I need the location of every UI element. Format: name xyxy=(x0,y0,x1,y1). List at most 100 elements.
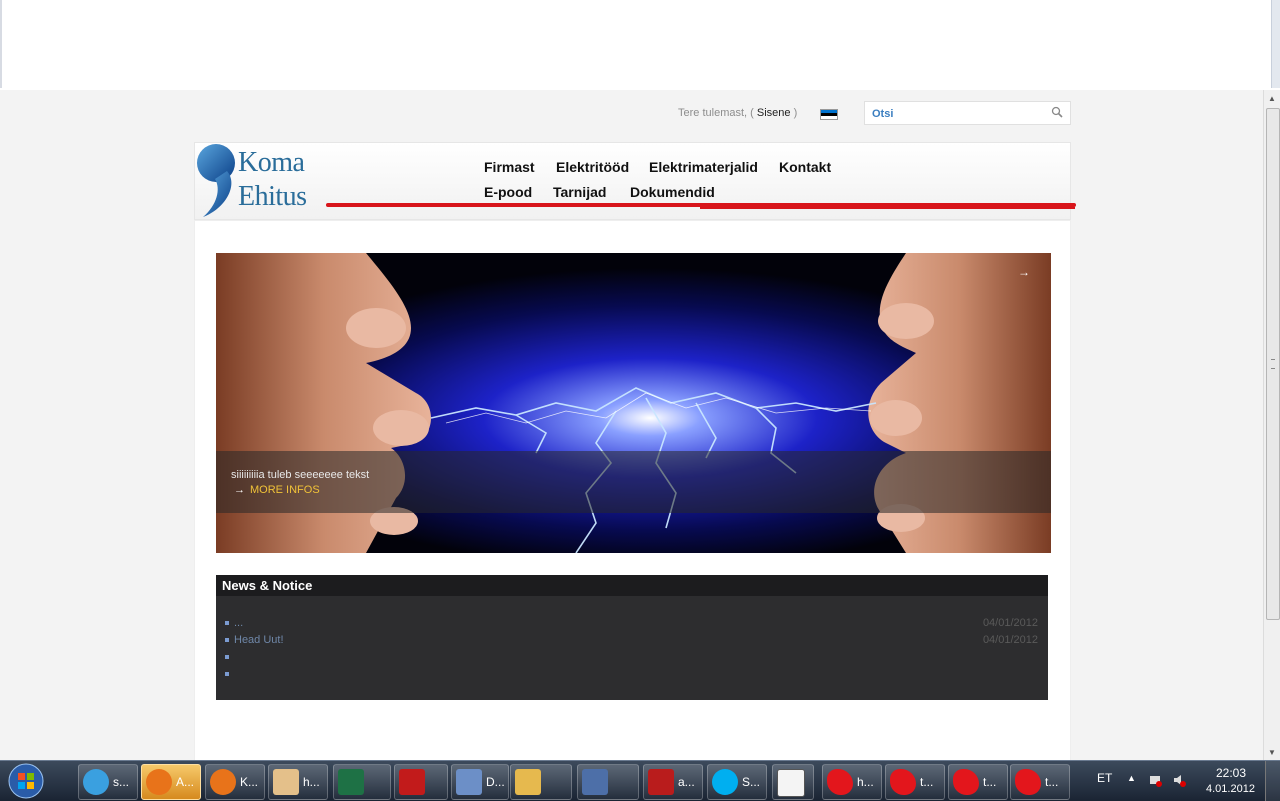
chrome-scroll-edge xyxy=(1271,0,1280,88)
login-link[interactable]: Sisene xyxy=(757,107,791,119)
taskbar-button[interactable] xyxy=(394,764,448,800)
news-item xyxy=(225,651,1040,665)
taskbar-button[interactable]: S... xyxy=(707,764,767,800)
thumb-grip xyxy=(1271,359,1275,369)
taskbar-button-label: h... xyxy=(857,775,874,789)
welcome-text: Tere tulemast, ( Sisene ) xyxy=(678,107,797,119)
taskbar-button[interactable] xyxy=(333,764,391,800)
taskbar-button-label: S... xyxy=(742,775,761,789)
taskbar-button-label: h... xyxy=(303,775,320,789)
news-bullet xyxy=(225,638,229,642)
news-title: News & Notice xyxy=(222,578,313,593)
news-link[interactable]: Head Uut! xyxy=(234,634,284,646)
comma-logo-icon xyxy=(197,144,235,217)
folder-icon xyxy=(515,769,541,795)
red-splat-icon xyxy=(890,769,916,795)
taskbar-button[interactable]: h... xyxy=(822,764,882,800)
taskbar-button-label: s... xyxy=(113,775,130,789)
arrow-right-icon: → xyxy=(234,484,245,496)
network-icon[interactable] xyxy=(1148,773,1162,787)
notepad-icon xyxy=(777,769,805,797)
red-splat-icon xyxy=(953,769,979,795)
flag-stripe-white xyxy=(821,116,837,119)
firefox-icon xyxy=(146,769,172,795)
taskbar-button[interactable]: s... xyxy=(78,764,138,800)
paint-icon xyxy=(273,769,299,795)
taskbar-button[interactable] xyxy=(577,764,639,800)
taskbar-button-label: t... xyxy=(1045,775,1059,789)
nav-item-tarnijad[interactable]: Tarnijad xyxy=(553,184,606,200)
news-header: News & Notice xyxy=(216,575,1048,596)
news-panel: News & Notice ... 04/01/2012 Head Uut! 0… xyxy=(216,575,1048,700)
taskbar-button-label: D... xyxy=(486,775,505,789)
taskbar-button[interactable] xyxy=(772,764,814,800)
more-infos-label: MORE INFOS xyxy=(250,484,320,496)
nav-item-e-pood[interactable]: E-pood xyxy=(484,184,532,200)
news-item xyxy=(225,668,1040,682)
taskbar-button-label: A... xyxy=(176,775,195,789)
taskbar-button[interactable]: A... xyxy=(141,764,201,800)
firefox-icon xyxy=(210,769,236,795)
taskbar-button-label: t... xyxy=(983,775,997,789)
volume-muted-icon[interactable] xyxy=(1172,773,1186,787)
nav-item-firmast[interactable]: Firmast xyxy=(484,159,535,175)
news-link[interactable]: ... xyxy=(234,617,243,629)
browser-chrome xyxy=(0,0,1280,91)
chrome-edge xyxy=(0,0,2,88)
nav-underline-accent xyxy=(700,207,1075,209)
news-item: Head Uut! 04/01/2012 xyxy=(225,634,1040,648)
taskbar-button-label: K... xyxy=(240,775,259,789)
scroll-thumb[interactable] xyxy=(1266,108,1280,620)
logo-line-2: Ehitus xyxy=(238,181,307,212)
pdf-icon xyxy=(399,769,425,795)
tray-expand-icon[interactable]: ▲ xyxy=(1127,773,1136,783)
news-bullet xyxy=(225,655,229,659)
slide-caption: siiiiiiiiia tuleb seeeeeee tekst → MORE I… xyxy=(216,451,1051,513)
taskbar-button[interactable] xyxy=(510,764,572,800)
taskbar-button[interactable]: a... xyxy=(643,764,703,800)
excel-icon xyxy=(338,769,364,795)
estonian-flag-icon[interactable] xyxy=(820,109,838,120)
nav-item-elektritood[interactable]: Elektritööd xyxy=(556,159,629,175)
document-icon xyxy=(456,769,482,795)
slide-next-arrow-icon[interactable]: → xyxy=(1018,265,1030,279)
taskbar-button[interactable]: h... xyxy=(268,764,328,800)
news-bullet xyxy=(225,672,229,676)
windows-taskbar: s... A... K... h... D... a... S... h... t... t...… xyxy=(0,760,1280,801)
page-scrollbar[interactable]: ▲ ▼ xyxy=(1263,90,1280,760)
news-date: 04/01/2012 xyxy=(982,617,1038,629)
news-date: 04/01/2012 xyxy=(982,634,1038,646)
filezilla-icon xyxy=(648,769,674,795)
clock-time[interactable]: 22:03 xyxy=(1216,766,1246,780)
red-splat-icon xyxy=(827,769,853,795)
news-bullet xyxy=(225,621,229,625)
app-icon xyxy=(582,769,608,795)
skype-icon xyxy=(712,769,738,795)
search-icon[interactable] xyxy=(1051,106,1063,118)
more-infos-link[interactable]: → MORE INFOS xyxy=(234,484,320,496)
nav-item-dokumendid[interactable]: Dokumendid xyxy=(630,184,715,200)
image-slider[interactable]: siiiiiiiiia tuleb seeeeeee tekst → MORE I… xyxy=(216,253,1051,553)
taskbar-button[interactable]: t... xyxy=(948,764,1008,800)
slide-caption-text: siiiiiiiiia tuleb seeeeeee tekst xyxy=(231,469,370,481)
taskbar-button[interactable]: t... xyxy=(1010,764,1070,800)
site-logo[interactable]: Koma Ehitus xyxy=(195,143,325,219)
scroll-up-icon[interactable]: ▲ xyxy=(1264,90,1280,106)
clock-date[interactable]: 4.01.2012 xyxy=(1206,783,1255,795)
taskbar-button[interactable]: K... xyxy=(205,764,265,800)
scroll-down-icon[interactable]: ▼ xyxy=(1264,744,1280,760)
logo-line-1: Koma xyxy=(238,147,305,178)
welcome-greeting: Tere tulemast, ( xyxy=(678,107,754,119)
start-button-icon[interactable] xyxy=(6,763,46,799)
taskbar-button[interactable]: D... xyxy=(451,764,509,800)
show-desktop-button[interactable] xyxy=(1265,761,1280,801)
welcome-close: ) xyxy=(793,107,798,119)
nav-item-elektrimaterjalid[interactable]: Elektrimaterjalid xyxy=(649,159,758,175)
nav-item-kontakt[interactable]: Kontakt xyxy=(779,159,831,175)
language-indicator[interactable]: ET xyxy=(1097,771,1112,785)
messenger-icon xyxy=(83,769,109,795)
taskbar-button-label: t... xyxy=(920,775,934,789)
taskbar-button-label: a... xyxy=(678,775,695,789)
search-input[interactable] xyxy=(870,105,1044,122)
taskbar-button[interactable]: t... xyxy=(885,764,945,800)
